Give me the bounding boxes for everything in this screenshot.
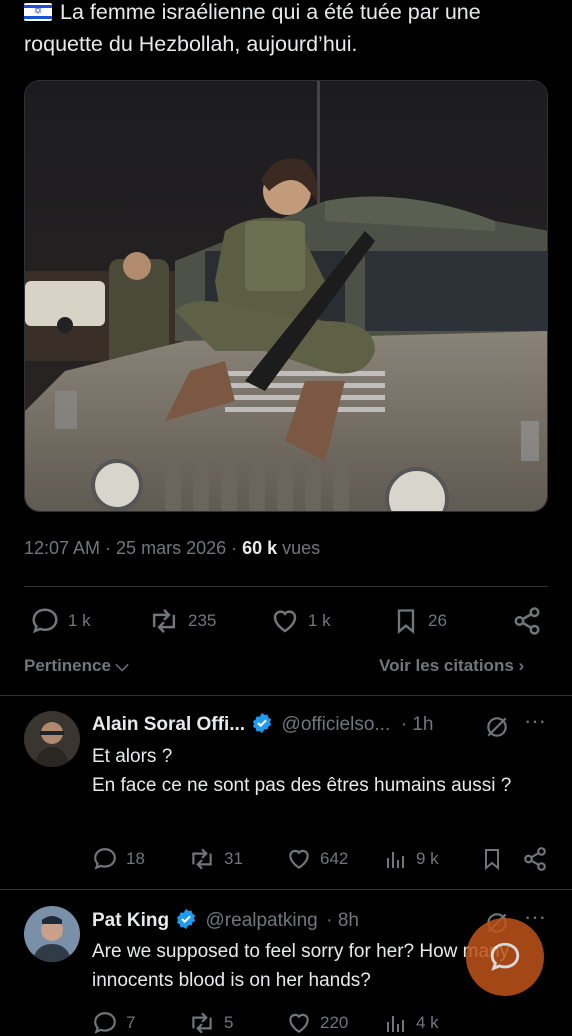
reply-time: · 1h bbox=[400, 714, 434, 735]
like-button[interactable]: 1 k bbox=[270, 606, 331, 636]
heart-icon bbox=[289, 849, 309, 869]
avatar-image bbox=[24, 906, 80, 962]
views-button[interactable]: 9 k bbox=[384, 846, 439, 872]
views-count: 4 k bbox=[416, 1013, 439, 1032]
reply-icon bbox=[32, 608, 58, 634]
share-button[interactable] bbox=[512, 606, 542, 636]
repost-icon bbox=[192, 1012, 212, 1034]
divider bbox=[0, 889, 572, 890]
verified-badge-icon bbox=[253, 712, 272, 734]
reply-button[interactable]: 18 bbox=[92, 846, 145, 872]
repost-button[interactable]: 235 bbox=[148, 606, 216, 636]
repost-icon bbox=[192, 848, 212, 870]
reply-count: 18 bbox=[126, 849, 145, 868]
like-count: 220 bbox=[320, 1013, 349, 1032]
divider bbox=[24, 586, 548, 587]
reply-button[interactable]: 7 bbox=[92, 1010, 135, 1036]
reply-icon bbox=[94, 1012, 116, 1034]
chevron-down-icon: ⌵ bbox=[110, 656, 129, 675]
reply-icon bbox=[94, 848, 116, 870]
share-icon[interactable] bbox=[522, 846, 548, 872]
views-button[interactable]: 4 k bbox=[384, 1010, 439, 1036]
author-name[interactable]: Pat King bbox=[92, 910, 169, 931]
more-options-icon[interactable]: ··· bbox=[524, 708, 546, 734]
bookmark-count: 26 bbox=[428, 611, 447, 630]
author-name[interactable]: Alain Soral Offi... bbox=[92, 714, 245, 735]
compose-reply-button[interactable] bbox=[466, 918, 544, 996]
author-handle[interactable]: @realpatking bbox=[206, 910, 318, 931]
repost-count: 235 bbox=[188, 611, 217, 630]
israel-flag-icon: ✡ bbox=[24, 3, 52, 21]
tweet-text-content: La femme israélienne qui a été tuée par … bbox=[24, 0, 481, 56]
view-quotes-label: Voir les citations bbox=[379, 656, 514, 675]
views-icon bbox=[387, 852, 404, 868]
reply-icon bbox=[490, 942, 520, 971]
repost-count: 5 bbox=[224, 1013, 234, 1032]
timestamp: 12:07 AM · 25 mars 2026 · bbox=[24, 538, 243, 558]
avatar[interactable] bbox=[24, 906, 80, 962]
sort-dropdown[interactable]: Pertinence ⌵ bbox=[24, 656, 129, 676]
soldier-photo bbox=[25, 81, 547, 511]
repost-icon bbox=[152, 609, 176, 633]
views-count: 60 k bbox=[242, 538, 278, 558]
grok-icon[interactable] bbox=[484, 714, 510, 740]
reply-text: Et alors ? En face ce ne sont pas des êt… bbox=[92, 742, 552, 800]
tweet-photo[interactable] bbox=[24, 80, 548, 512]
reply-time: · 8h bbox=[326, 910, 359, 931]
like-button[interactable]: 220 bbox=[286, 1010, 348, 1036]
reply-count: 1 k bbox=[68, 611, 91, 630]
reply-button[interactable]: 1 k bbox=[30, 606, 91, 636]
heart-icon bbox=[289, 1013, 309, 1033]
reply-header: Alain Soral Offi... @officielso... · 1h bbox=[92, 712, 433, 736]
reply-text-line: En face ce ne sont pas des êtres humains… bbox=[92, 775, 512, 796]
reply-text-line: Et alors ? bbox=[92, 746, 173, 767]
author-handle[interactable]: @officielso... bbox=[282, 714, 391, 735]
views-label: vues bbox=[277, 538, 321, 558]
bookmark-button[interactable]: 26 bbox=[392, 606, 447, 636]
tweet-text: ✡ La femme israélienne qui a été tuée par… bbox=[24, 0, 554, 60]
reply-header: Pat King @realpatking · 8h bbox=[92, 908, 359, 932]
repost-button[interactable]: 31 bbox=[188, 846, 243, 872]
like-count: 1 k bbox=[308, 611, 331, 630]
reply-text: Are we supposed to feel sorry for her? H… bbox=[92, 941, 510, 991]
sort-label: Pertinence bbox=[24, 656, 111, 675]
repost-button[interactable]: 5 bbox=[188, 1010, 233, 1036]
like-button[interactable]: 642 bbox=[286, 846, 348, 872]
reply-count: 7 bbox=[126, 1013, 136, 1032]
avatar[interactable] bbox=[24, 711, 80, 767]
like-count: 642 bbox=[320, 849, 349, 868]
bookmark-icon[interactable] bbox=[480, 846, 504, 872]
divider bbox=[0, 695, 572, 696]
views-count: 9 k bbox=[416, 849, 439, 868]
views-icon bbox=[387, 1016, 404, 1032]
heart-icon bbox=[273, 610, 297, 633]
repost-count: 31 bbox=[224, 849, 243, 868]
tweet-meta: 12:07 AM · 25 mars 2026 · 60 k vues bbox=[24, 538, 320, 559]
chevron-right-icon: › bbox=[513, 656, 525, 675]
view-quotes-link[interactable]: Voir les citations › bbox=[379, 656, 524, 676]
verified-badge-icon bbox=[176, 908, 196, 930]
share-icon bbox=[514, 607, 540, 635]
avatar-image bbox=[24, 711, 80, 767]
bookmark-icon bbox=[397, 609, 415, 634]
